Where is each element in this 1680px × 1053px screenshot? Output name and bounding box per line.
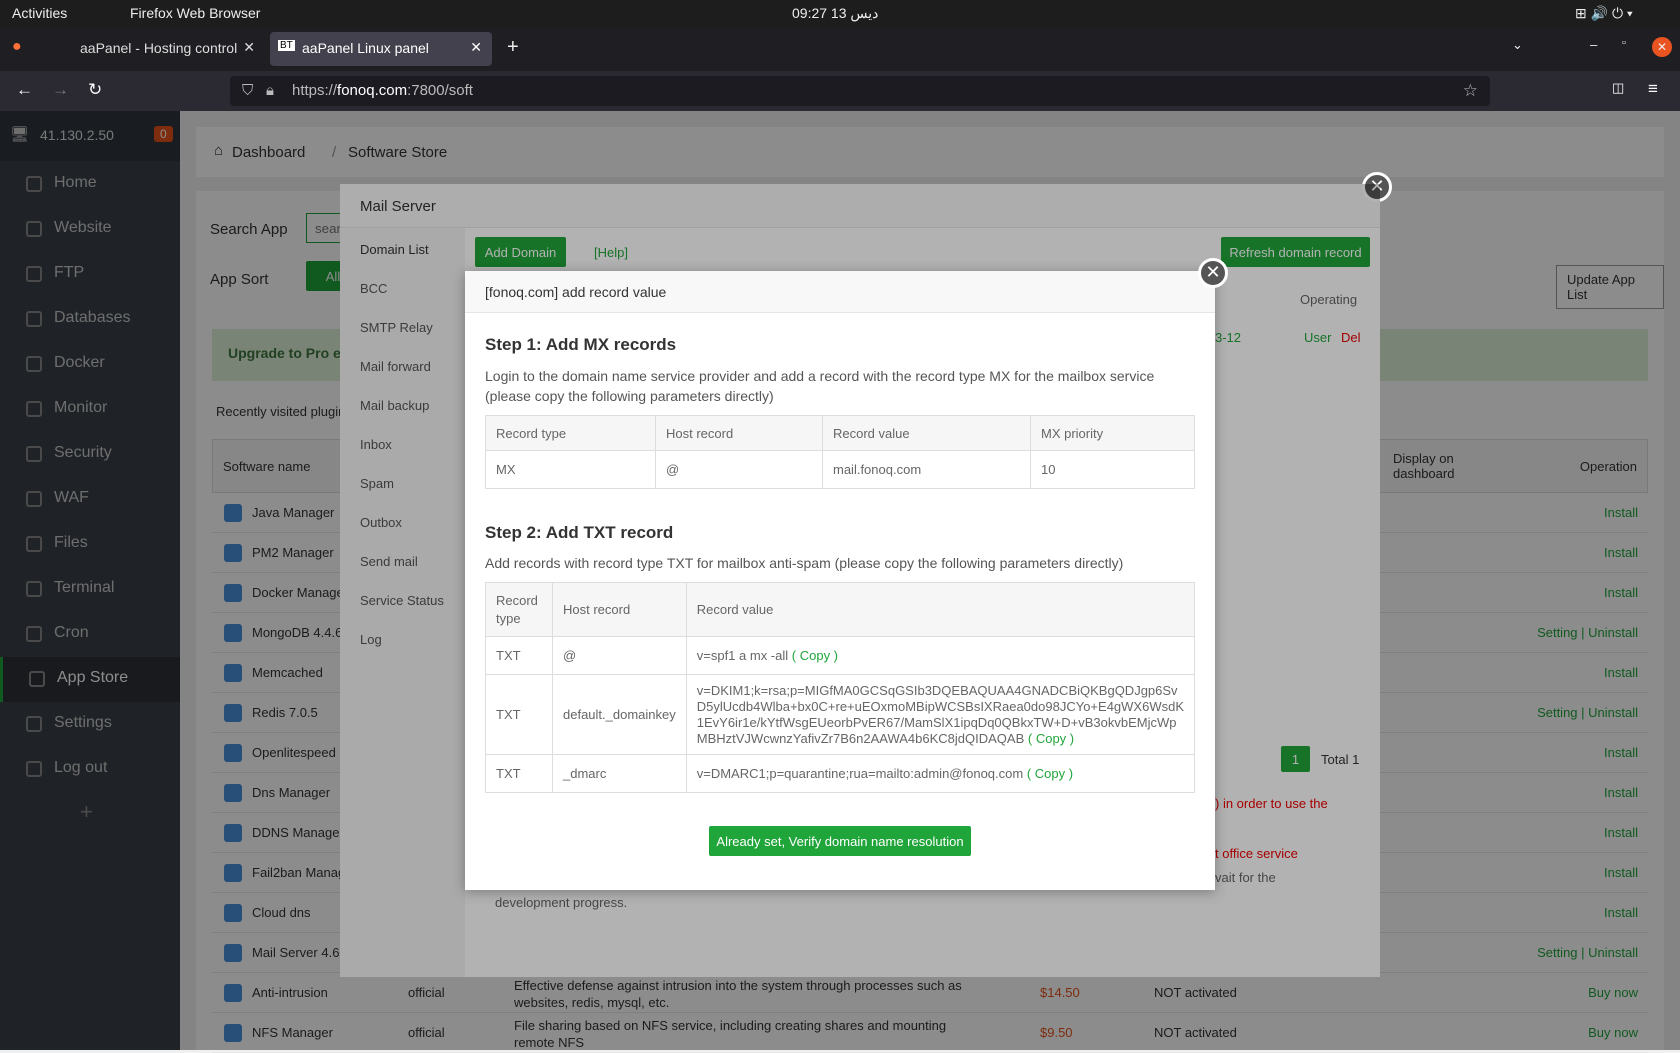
tab-label: aaPanel Linux panel <box>302 40 429 56</box>
col-record-type: Record type <box>485 415 656 451</box>
menu-icon[interactable]: ≡ <box>1648 79 1658 99</box>
reload-icon[interactable]: ↻ <box>88 80 102 100</box>
cell: TXT <box>485 754 553 793</box>
col-record-value: Record value <box>822 415 1031 451</box>
shield-icon[interactable]: ⛉ <box>242 82 253 99</box>
close-window-icon[interactable]: ✕ <box>1652 37 1672 57</box>
list-tabs-icon[interactable]: ⌄ <box>1512 37 1523 53</box>
new-tab-icon[interactable]: + <box>507 36 519 59</box>
firefox-icon: ● <box>12 38 22 55</box>
record-value: v=DKIM1;k=rsa;p=MIGfMA0GCSqGSIb3DQEBAQUA… <box>696 682 1184 746</box>
mx-record-table: Record type Host record Record value MX pri… <box>485 415 1195 489</box>
cell: _dmarc <box>552 754 687 793</box>
col-mx-priority: MX priority <box>1030 415 1195 451</box>
tab-label: aaPanel - Hosting control <box>80 40 238 56</box>
tab-aapanel-linux[interactable]: BT aaPanel Linux panel ✕ <box>270 32 492 66</box>
navigation-bar: ← → ↻ ⛉ 🔒︎ https://fonoq.com:7800/soft ☆… <box>0 71 1680 111</box>
tab-aapanel-hosting[interactable]: aaPanel - Hosting control ✕ <box>48 32 263 66</box>
close-dialog-icon[interactable]: ✕ <box>1198 258 1228 288</box>
cell: TXT <box>485 674 553 755</box>
tab-bar: ● aaPanel - Hosting control ✕ BT aaPanel L… <box>0 27 1680 71</box>
pocket-icon[interactable]: ◫ <box>1612 80 1624 96</box>
step1-description: Login to the domain name service provide… <box>485 368 1155 404</box>
step2-heading: Step 2: Add TXT record <box>485 523 674 542</box>
close-tab-icon[interactable]: ✕ <box>243 39 255 56</box>
record-value: v=DMARC1;p=quarantine;rua=mailto:admin@f… <box>696 765 1024 781</box>
cell: MX <box>485 450 656 489</box>
col-host-record: Host record <box>552 582 687 637</box>
txt-record-table: Record type Host record Record value TXT @ v… <box>485 582 1196 793</box>
lock-icon[interactable]: 🔒︎ <box>266 82 274 99</box>
cell: @ <box>552 636 687 675</box>
cell: mail.fonoq.com <box>822 450 1031 489</box>
step2-description: Add records with record type TXT for mai… <box>485 555 1124 571</box>
system-tray-icons[interactable]: ⊞ 🔊 ⏻ ▾ <box>1575 5 1633 22</box>
url-path: :7800/soft <box>407 82 473 99</box>
record-value: v=spf1 a mx -all <box>696 647 789 663</box>
copy-link[interactable]: ( Copy ) <box>1027 766 1073 781</box>
verify-domain-button[interactable]: Already set, Verify domain name resoluti… <box>709 826 971 856</box>
restore-icon[interactable]: ▫ <box>1622 37 1626 49</box>
app-menu[interactable]: Firefox Web Browser <box>130 5 260 21</box>
txt-record-row: TXT _dmarc v=DMARC1;p=quarantine;rua=mailt… <box>485 754 1196 793</box>
back-icon[interactable]: ← <box>16 80 33 100</box>
bt-favicon-icon: BT <box>278 40 295 51</box>
txt-record-row: TXT default._domainkey v=DKIM1;k=rsa;p=MIG… <box>485 674 1196 755</box>
col-record-type: Record type <box>485 582 553 637</box>
cell: 10 <box>1030 450 1195 489</box>
step1-heading: Step 1: Add MX records <box>485 335 677 354</box>
cell: TXT <box>485 636 553 675</box>
url-scheme: https:// <box>292 82 338 99</box>
activities-button[interactable]: Activities <box>12 5 67 21</box>
bookmark-star-icon[interactable]: ☆ <box>1463 81 1478 101</box>
col-record-value: Record value <box>685 582 1196 637</box>
copy-link[interactable]: ( Copy ) <box>792 648 838 663</box>
url-field[interactable]: ⛉ 🔒︎ https://fonoq.com:7800/soft ☆ <box>230 76 1490 106</box>
url-domain: fonoq.com <box>337 82 408 99</box>
cell: @ <box>655 450 823 489</box>
clock[interactable]: 09:27 13 دیس <box>792 5 878 22</box>
cell: default._domainkey <box>552 674 687 755</box>
close-tab-icon[interactable]: ✕ <box>470 39 482 56</box>
copy-link[interactable]: ( Copy ) <box>1028 731 1074 746</box>
forward-icon[interactable]: → <box>52 80 69 100</box>
dialog-title: [fonoq.com] add record value <box>465 271 1215 313</box>
txt-record-row: TXT @ v=spf1 a mx -all ( Copy ) <box>485 636 1196 675</box>
os-top-bar: Activities Firefox Web Browser 09:27 13 … <box>0 0 1680 27</box>
add-record-dialog: [fonoq.com] add record value Step 1: Add… <box>465 271 1215 890</box>
col-host-record: Host record <box>655 415 823 451</box>
minimize-icon[interactable]: – <box>1590 37 1597 52</box>
